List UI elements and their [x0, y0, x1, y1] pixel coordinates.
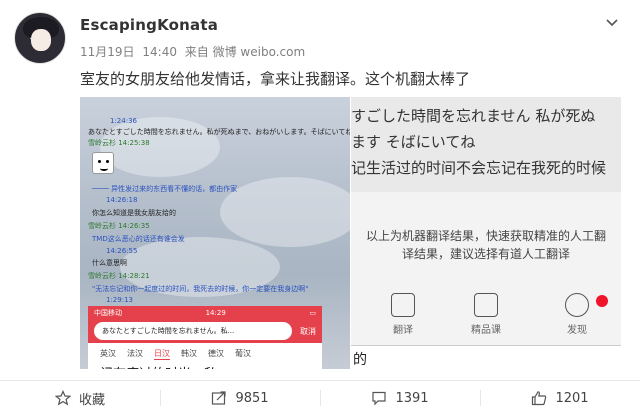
tab-ja-zh[interactable]: 日汉: [154, 348, 170, 360]
comment-button[interactable]: 1391: [320, 381, 480, 415]
favorite-label: 收藏: [78, 392, 105, 408]
star-icon: [54, 390, 71, 406]
sticker-image: [92, 152, 114, 174]
tab-de-zh[interactable]: 德汉: [208, 348, 224, 360]
bottom-text: 的: [351, 345, 621, 369]
source-text-line: すごした時間を忘れません 私が死ぬ: [351, 107, 596, 125]
translated-text-line: 记生活过的时间不会忘记在我死的时候: [351, 159, 607, 177]
post-image-chat[interactable]: 1:24:36 あなたとすごした時間を忘れません。私が死ぬまで、おねがいします。…: [80, 97, 350, 369]
action-bar: 收藏 9851 1391 1201: [0, 381, 640, 415]
language-tabs: 英汉 法汉 日汉 韩汉 德汉 葡汉: [88, 343, 322, 360]
comment-icon: [372, 391, 387, 406]
chat-sender: 雪岭云杉 14:25:38: [88, 139, 150, 147]
repost-count: 9851: [235, 390, 269, 406]
chat-message: あなたとすごした時間を忘れません。私が死ぬまで、おねがいします。そばにいてね: [88, 128, 350, 136]
phone-status-bar: 中国移动 14:29 ▭: [88, 306, 322, 319]
chat-message: 你怎么知道是我女朋友给的: [92, 209, 176, 217]
tab-courses[interactable]: 精品课: [456, 291, 516, 336]
post-date[interactable]: 11月19日: [80, 45, 135, 59]
play-course-icon: [474, 293, 498, 317]
avatar-face: [31, 29, 51, 51]
chat-timestamp: 1:29:13: [106, 296, 133, 304]
chat-message: ──── 异性发过来的东西看不懂的话，都由作家: [92, 185, 238, 193]
note-line: 以上为机器翻译结果，快速获取精准的人工翻: [365, 229, 606, 243]
cloud-shape: [220, 177, 350, 247]
chat-message: TMD这么恶心的话还有谁会发: [92, 235, 185, 243]
tab-en-zh[interactable]: 英汉: [100, 348, 116, 360]
share-icon: [212, 391, 227, 405]
tab-label: 精品课: [471, 325, 501, 336]
like-icon: [532, 391, 547, 406]
favorite-button[interactable]: 收藏: [0, 381, 160, 415]
post-meta: 11月19日 14:40 来自 微博 weibo.com: [80, 43, 309, 60]
tab-ko-zh[interactable]: 韩汉: [181, 348, 197, 360]
cancel-button[interactable]: 取消: [300, 326, 316, 337]
machine-translation-note: 以上为机器翻译结果，快速获取精准的人工翻 译结果，建议选择有道人工翻译: [351, 227, 621, 263]
chat-timestamp: 14:26:18: [106, 196, 138, 204]
notification-badge: [596, 295, 608, 307]
translation-preview: 记有度过的时光，私...: [88, 360, 322, 369]
post-time[interactable]: 14:40: [142, 45, 177, 59]
compass-icon: [565, 293, 589, 317]
tab-fr-zh[interactable]: 法汉: [127, 348, 143, 360]
post-source[interactable]: 来自 微博 weibo.com: [185, 45, 305, 59]
avatar[interactable]: [14, 12, 66, 64]
like-button[interactable]: 1201: [480, 381, 640, 415]
post-text: 室友的女朋友给他发情话，拿来让我翻译。这个机翻太棒了: [80, 70, 471, 88]
note-line: 译结果，建议选择有道人工翻译: [401, 247, 570, 261]
tab-label: 发现: [567, 325, 587, 336]
search-input[interactable]: あなたとすごした時間を忘れません。私...: [94, 322, 292, 340]
comment-count: 1391: [395, 390, 429, 406]
tab-translate[interactable]: 翻译: [373, 291, 433, 336]
source-text-line: ます そばにいてね: [351, 133, 476, 151]
bottom-tab-bar: 翻译 精品课 发现: [351, 291, 621, 347]
carrier-label: 中国移动: [94, 308, 122, 317]
translation-source-area: すごした時間を忘れません 私が死ぬ ます そばにいてね 记生活过的时间不会忘记在…: [351, 97, 621, 192]
chat-timestamp: 14:26:55: [106, 247, 138, 255]
chat-sender: 雪岭云杉 14:26:35: [88, 222, 150, 230]
search-row: あなたとすごした時間を忘れません。私... 取消: [88, 319, 322, 343]
tab-label: 翻译: [393, 325, 413, 336]
chat-message: 什么意思啊: [92, 259, 127, 267]
dictionary-app-overlay: 中国移动 14:29 ▭ あなたとすごした時間を忘れません。私... 取消 英汉…: [88, 306, 322, 369]
battery-icon: ▭: [309, 308, 316, 317]
chevron-down-icon[interactable]: [604, 14, 620, 30]
clock-label: 14:29: [205, 308, 226, 317]
post-image-translation[interactable]: すごした時間を忘れません 私が死ぬ ます そばにいてね 记生活过的时间不会忘记在…: [351, 97, 621, 369]
chat-message: "无法忘记和你一起度过的时间，我死去的时候，你一定要在我身边啊": [92, 285, 309, 293]
tab-pt-zh[interactable]: 葡汉: [235, 348, 251, 360]
chat-sender: 雪岭云杉 14:28:21: [88, 272, 150, 280]
like-count: 1201: [555, 390, 589, 406]
chat-timestamp: 1:24:36: [110, 117, 137, 125]
repost-button[interactable]: 9851: [160, 381, 320, 415]
translate-icon: [391, 293, 415, 317]
username[interactable]: EscapingKonata: [80, 16, 218, 34]
